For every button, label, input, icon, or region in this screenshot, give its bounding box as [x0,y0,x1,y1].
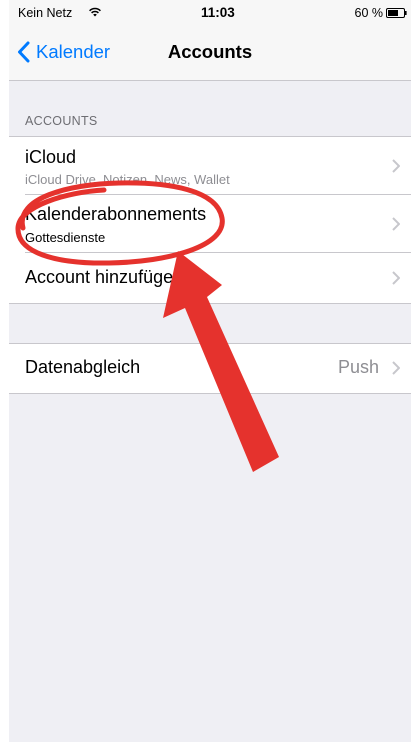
status-time: 11:03 [201,5,235,20]
carrier-label: Kein Netz [18,6,73,20]
fetch-data-row[interactable]: Datenabgleich Push [9,344,411,393]
settings-screen: Kein Netz 11:03 60 % Kalender Accounts A… [0,0,419,742]
chevron-right-icon [392,361,400,375]
battery-icon [386,8,407,18]
wifi-icon [89,7,101,17]
section-header-accounts: ACCOUNTS [25,114,98,128]
row-title: Kalenderabonnements [25,204,207,224]
row-title: iCloud [25,147,77,167]
add-account-row[interactable]: Account hinzufügen [9,253,411,303]
battery-percent: 60 % [354,6,384,20]
account-row-icloud[interactable]: iCloud iCloud Drive, Notizen, News, Wall… [9,137,411,195]
sync-group: Datenabgleich Push [9,343,411,394]
status-bar: Kein Netz 11:03 60 % [9,0,411,28]
row-value: Push [337,357,379,377]
navigation-bar: Kalender Accounts [9,28,411,81]
row-title: Datenabgleich [25,357,141,377]
chevron-right-icon [392,271,400,285]
account-row-calendar-subscriptions[interactable]: Kalenderabonnements Gottesdienste [9,195,411,253]
row-title: Account hinzufügen [25,267,184,287]
accounts-group: iCloud iCloud Drive, Notizen, News, Wall… [9,136,411,304]
row-subtitle: Gottesdienste [25,230,106,245]
chevron-right-icon [392,159,400,173]
page-title: Accounts [167,41,253,62]
chevron-right-icon [392,217,400,231]
row-subtitle: iCloud Drive, Notizen, News, Wallet [25,172,230,187]
